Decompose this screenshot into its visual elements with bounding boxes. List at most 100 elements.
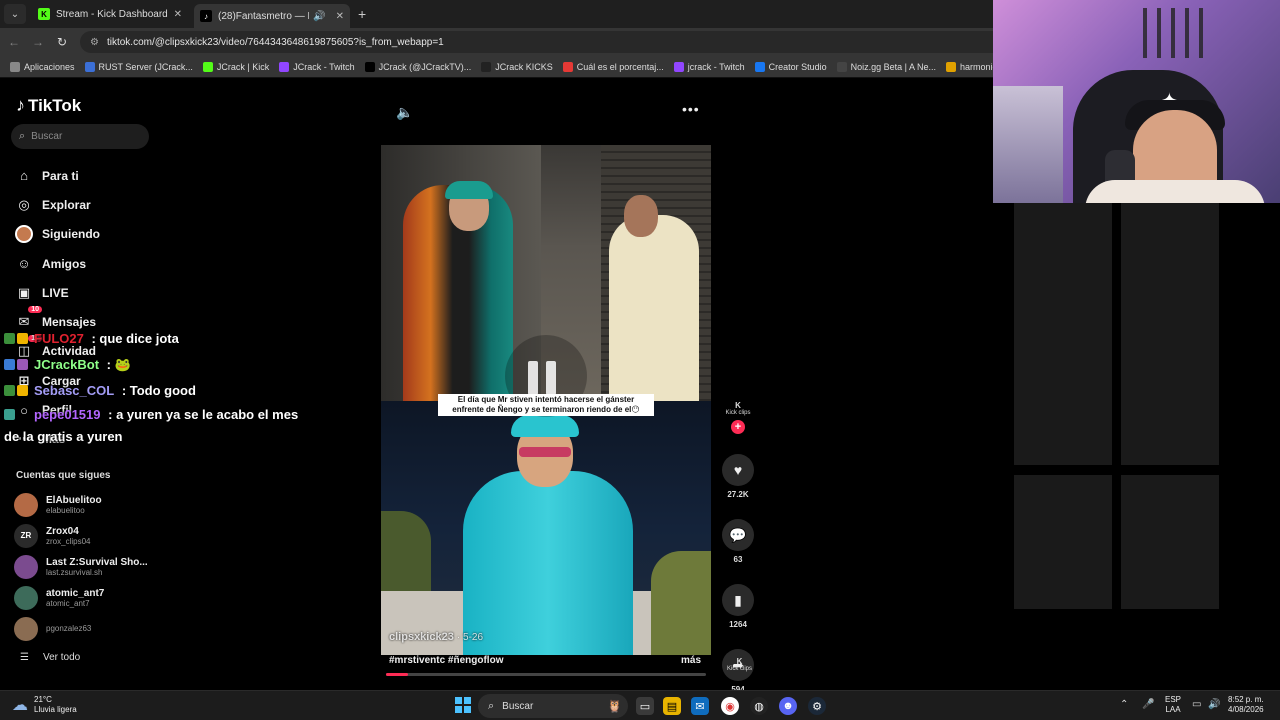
bookmark-item[interactable]: JCrack | Kick — [202, 61, 270, 72]
search-icon: ⌕ — [19, 130, 26, 142]
tab-tiktok-video[interactable]: ♪ (28)Fantasmetro — Mr Stive 🔊 ✕ — [194, 4, 350, 28]
twitch-icon — [673, 61, 684, 72]
account-name: Last Z:Survival Sho... — [46, 556, 148, 568]
stream-chat-overlay: FULO27 : que dice jota JCrackBot : 🐸 Sebas… — [4, 326, 314, 448]
like-button[interactable]: ♥ — [722, 454, 754, 486]
chat-message: Sebasc_COL : Todo good — [4, 378, 314, 404]
chat-username: pepe01519 — [34, 407, 101, 422]
followed-account[interactable]: pgonzalez63 — [14, 613, 148, 644]
bookmark-item[interactable]: jcrack - Twitch — [673, 61, 745, 72]
weather-widget[interactable]: ☁ 21°C Lluvia ligera — [12, 695, 77, 715]
video-hashtags[interactable]: #mrstiventc #ñengoflow — [389, 655, 503, 666]
bookmark-item[interactable]: JCrack - Twitch — [279, 61, 355, 72]
followed-account[interactable]: ElAbuelitoo elabuelitoo — [14, 489, 148, 520]
speaker-tab-icon[interactable]: 🔊 — [313, 11, 325, 22]
url-field[interactable]: ⚙ tiktok.com/@clipsxkick23/video/7644343… — [80, 31, 1040, 53]
discord-icon[interactable]: ☻ — [779, 697, 797, 715]
mic-tray-icon[interactable]: 🎤 — [1142, 699, 1154, 710]
placeholder-tile — [1014, 331, 1112, 465]
chrome-icon[interactable]: ◉ — [721, 697, 739, 715]
account-handle: zrox_clips04 — [46, 536, 91, 546]
chat-separator: : — [103, 357, 115, 372]
see-all-link[interactable]: ☰ Ver todo — [20, 652, 80, 663]
bookmark-label: JCrack | Kick — [216, 61, 270, 72]
sidebar-item-para-ti[interactable]: ⌂ Para ti — [14, 161, 100, 190]
account-avatar — [14, 585, 38, 610]
bookmark-item[interactable]: JCrack (@JCrackTV)... — [364, 61, 471, 72]
system-clock[interactable]: 8:52 p. m. 4/08/2026 — [1228, 695, 1264, 715]
chat-message: JCrackBot : 🐸 — [4, 352, 314, 378]
tab-search-button[interactable]: ⌄ — [4, 4, 26, 24]
more-link[interactable]: más — [681, 655, 701, 666]
close-tab-icon[interactable]: ✕ — [336, 11, 344, 22]
tiktok-logo[interactable]: ♪ TikTok — [16, 95, 81, 116]
chat-badges — [4, 378, 34, 404]
search-input[interactable] — [31, 131, 132, 142]
bookmark-item[interactable]: RUST Server (JCrack... — [84, 61, 193, 72]
bookmark-label: Cuál es el porcentaj... — [576, 61, 664, 72]
creator-avatar[interactable]: K Kick clips — [723, 397, 753, 419]
save-button[interactable]: ▮ — [722, 584, 754, 616]
chat-username: FULO27 — [34, 331, 84, 346]
video-player[interactable]: El día que Mr stiven intentó hacerse el … — [381, 145, 711, 655]
task-view-icon[interactable]: ▭ — [636, 697, 654, 715]
video-author-meta[interactable]: clipsxkick23 · 5-26 — [389, 631, 483, 643]
start-button[interactable] — [455, 697, 471, 713]
pause-icon — [528, 361, 556, 395]
file-explorer-icon[interactable]: ▤ — [663, 697, 681, 715]
bookmark-item[interactable]: Cuál es el porcentaj... — [562, 61, 664, 72]
more-options-icon[interactable]: ••• — [682, 101, 700, 117]
bookmark-item[interactable]: Creator Studio — [754, 61, 827, 72]
lang-line-1: ESP — [1165, 695, 1182, 704]
account-avatar — [14, 492, 38, 517]
like-count: 27.2K — [727, 490, 749, 499]
follow-button[interactable]: + — [731, 420, 745, 434]
account-handle: last.zsurvival.sh — [46, 567, 103, 577]
video-caption: El día que Mr stiven intentó hacerse el … — [438, 394, 654, 416]
chat-separator: : — [118, 383, 130, 398]
bookmark-icon: ▮ — [734, 591, 742, 608]
placeholder-tile — [1121, 203, 1219, 337]
sidebar-item-live[interactable]: ▣ LIVE — [14, 278, 100, 307]
volume-icon[interactable]: 🔈 — [396, 104, 413, 121]
sidebar-item-siguiendo[interactable]: Siguiendo — [14, 220, 100, 249]
bookmark-item[interactable]: Noiz.gg Beta | A Ne... — [836, 61, 936, 72]
lang-line-2: LAA — [1165, 705, 1181, 714]
search-box[interactable]: ⌕ — [11, 124, 149, 149]
tab-kick-dashboard[interactable]: K Stream - Kick Dashboard ✕ — [32, 2, 188, 26]
followed-account[interactable]: ZR Zrox04 zrox_clips04 — [14, 520, 148, 551]
forward-button[interactable]: → — [28, 35, 48, 49]
back-button[interactable]: ← — [4, 35, 24, 49]
bookmark-label: jcrack - Twitch — [687, 61, 745, 72]
site-info-icon[interactable]: ⚙ — [90, 37, 99, 48]
taskbar-search[interactable]: ⌕ Buscar 🦉 — [478, 694, 628, 718]
following-accounts-title: Cuentas que sigues — [16, 470, 111, 481]
new-tab-button[interactable]: + — [358, 6, 366, 22]
followed-account[interactable]: atomic_ant7 atomic_ant7 — [14, 582, 148, 613]
sidebar-item-explorar[interactable]: ◎ Explorar — [14, 190, 100, 219]
twitch-icon — [279, 61, 290, 72]
compass-icon: ◎ — [18, 196, 30, 212]
bookmark-label: JCrack KICKS — [495, 61, 553, 72]
next-creator-avatar[interactable]: K Kick clips — [727, 657, 752, 672]
comment-button[interactable]: 💬 — [722, 519, 754, 551]
obs-icon[interactable]: ◍ — [750, 697, 768, 715]
language-indicator[interactable]: ESP LAA — [1165, 695, 1181, 715]
outlook-icon[interactable]: ✉ — [691, 697, 709, 715]
heart-icon: ♥ — [733, 462, 743, 478]
chat-badge-icon — [17, 385, 28, 396]
account-name: atomic_ant7 — [46, 587, 105, 599]
reload-button[interactable]: ↻ — [52, 35, 72, 49]
bookmark-item[interactable]: Aplicaciones — [10, 61, 75, 72]
placeholder-tile — [1121, 475, 1219, 609]
close-tab-icon[interactable]: ✕ — [174, 9, 182, 20]
bookmark-item[interactable]: JCrack KICKS — [481, 61, 553, 72]
sidebar-item-amigos[interactable]: ☺ Amigos — [14, 249, 100, 278]
steam-icon[interactable]: ⚙ — [808, 697, 826, 715]
network-icon[interactable]: ▭ — [1192, 699, 1201, 710]
tray-chevron-icon[interactable]: ⌃ — [1120, 699, 1128, 710]
volume-tray-icon[interactable]: 🔊 — [1208, 699, 1220, 710]
chat-username: JCrackBot — [34, 357, 100, 372]
followed-account[interactable]: Last Z:Survival Sho... last.zsurvival.sh — [14, 551, 148, 582]
video-progress-bar[interactable] — [386, 673, 706, 676]
